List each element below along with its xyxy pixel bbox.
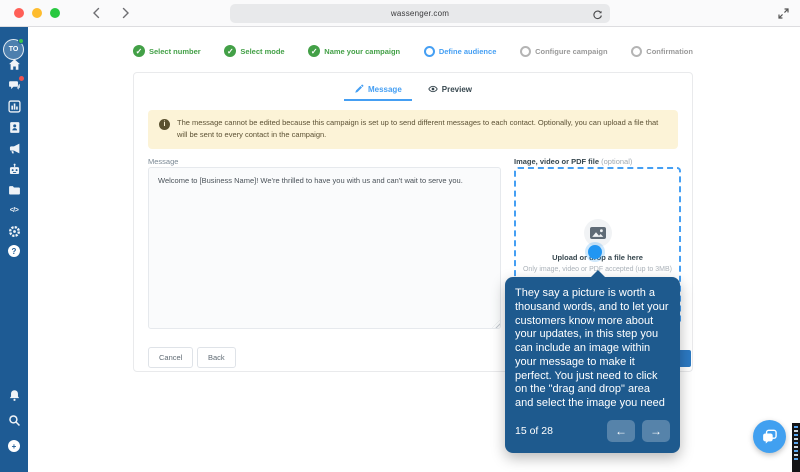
close-window-button[interactable] [14, 8, 24, 18]
chat-bubbles-icon [761, 428, 778, 445]
info-icon: i [159, 119, 170, 130]
tab-preview[interactable]: Preview [418, 78, 482, 101]
message-label: Message [148, 157, 178, 166]
eye-icon [428, 84, 438, 94]
tab-label: Preview [442, 85, 472, 94]
plus-icon: + [8, 440, 20, 452]
window-controls[interactable] [14, 8, 60, 18]
sidebar-item-contacts[interactable] [0, 119, 28, 135]
cancel-button[interactable]: Cancel [148, 347, 193, 368]
step-configure-campaign[interactable]: Configure campaign [520, 45, 608, 57]
sidebar-item-developer[interactable]: </> [0, 202, 28, 218]
search-icon [8, 414, 21, 427]
tour-progress: 15 of 28 [515, 425, 553, 437]
zoom-window-button[interactable] [50, 8, 60, 18]
campaign-stepper: ✓ Select number ✓ Select mode ✓ Name you… [133, 45, 693, 57]
pencil-icon [354, 84, 364, 94]
check-icon: ✓ [133, 45, 145, 57]
info-banner: i The message cannot be edited because t… [148, 110, 678, 149]
check-icon: ✓ [224, 45, 236, 57]
screen-edge-widget [790, 423, 800, 472]
file-field-label: Image, video or PDF file (optional) [514, 157, 632, 166]
megaphone-icon [8, 142, 21, 155]
app-sidebar: TO </> ? + [0, 27, 28, 472]
message-preview-tabs: Message Preview [134, 73, 692, 101]
check-icon: ✓ [308, 45, 320, 57]
sidebar-item-analytics[interactable] [0, 98, 28, 114]
step-label: Define audience [439, 47, 497, 56]
contacts-icon [8, 121, 21, 134]
chart-icon [8, 100, 21, 113]
tour-text: They say a picture is worth a thousand w… [515, 287, 670, 411]
step-confirmation[interactable]: Confirmation [631, 45, 693, 57]
sidebar-item-search[interactable] [0, 412, 28, 428]
sidebar-item-notifications[interactable] [0, 387, 28, 403]
step-label: Select number [149, 47, 201, 56]
step-define-audience[interactable]: Define audience [424, 45, 497, 57]
file-label-text: Image, video or PDF file [514, 157, 599, 166]
sidebar-item-settings[interactable] [0, 223, 28, 239]
tour-prev-button[interactable]: ← [607, 420, 635, 442]
tab-message[interactable]: Message [344, 78, 412, 101]
step-label: Configure campaign [535, 47, 608, 56]
help-icon: ? [8, 245, 20, 257]
step-name-campaign[interactable]: ✓ Name your campaign [308, 45, 400, 57]
sidebar-item-bots[interactable] [0, 161, 28, 177]
info-banner-text: The message cannot be edited because thi… [177, 117, 667, 142]
pending-step-circle-icon [631, 46, 642, 57]
chat-icon [8, 79, 21, 92]
notification-dot [19, 76, 24, 81]
sidebar-item-chats[interactable] [0, 77, 28, 93]
file-label-optional: (optional) [601, 157, 632, 166]
tour-beacon[interactable] [588, 245, 602, 259]
tour-next-button[interactable]: → [642, 420, 670, 442]
reload-icon[interactable] [592, 8, 603, 19]
expand-window-icon[interactable] [777, 7, 790, 20]
folder-icon [8, 184, 21, 197]
step-label: Select mode [240, 47, 284, 56]
sidebar-item-home[interactable] [0, 56, 28, 72]
step-label: Name your campaign [324, 47, 400, 56]
gear-icon [8, 225, 21, 238]
robot-icon [8, 163, 21, 176]
bell-icon [8, 389, 21, 402]
browser-chrome: wassenger.com [0, 0, 800, 27]
minimize-window-button[interactable] [32, 8, 42, 18]
tour-footer: 15 of 28 ← → [515, 420, 670, 442]
step-select-number[interactable]: ✓ Select number [133, 45, 201, 57]
support-chat-button[interactable] [753, 420, 786, 453]
tour-tooltip: They say a picture is worth a thousand w… [505, 277, 680, 453]
back-button[interactable]: Back [197, 347, 236, 368]
image-icon [584, 219, 612, 247]
step-select-mode[interactable]: ✓ Select mode [224, 45, 284, 57]
home-icon [8, 58, 21, 71]
sidebar-item-help[interactable]: ? [0, 243, 28, 259]
main-content: ✓ Select number ✓ Select mode ✓ Name you… [28, 27, 800, 472]
browser-forward-button[interactable] [118, 4, 134, 22]
browser-back-button[interactable] [88, 4, 104, 22]
tab-label: Message [368, 85, 402, 94]
sidebar-item-create[interactable]: + [0, 438, 28, 454]
address-bar[interactable]: wassenger.com [230, 4, 610, 23]
step-label: Confirmation [646, 47, 693, 56]
sidebar-item-files[interactable] [0, 182, 28, 198]
message-textarea[interactable]: Welcome to [Business Name]! We're thrill… [148, 167, 501, 329]
online-status-dot [18, 38, 24, 44]
pending-step-circle-icon [520, 46, 531, 57]
active-step-circle-icon [424, 46, 435, 57]
code-icon: </> [10, 207, 19, 214]
sidebar-item-campaigns[interactable] [0, 140, 28, 156]
url-text: wassenger.com [391, 9, 449, 18]
